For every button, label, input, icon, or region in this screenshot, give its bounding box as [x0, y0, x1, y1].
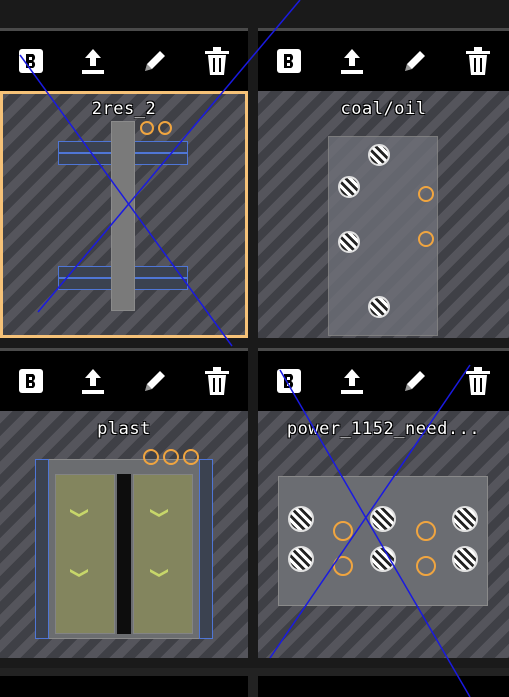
upload-icon[interactable]	[332, 41, 372, 81]
trash-icon[interactable]	[197, 41, 237, 81]
pencil-icon[interactable]	[395, 41, 435, 81]
blueprint-preview[interactable]: 2res_2	[0, 91, 248, 338]
blueprint-title: coal/oil	[340, 99, 427, 119]
blueprint-card-1: 2res_2	[0, 28, 248, 338]
pencil-icon[interactable]	[135, 41, 175, 81]
blueprint-icon[interactable]	[269, 41, 309, 81]
next-row-strip	[0, 668, 509, 697]
card-toolbar	[258, 351, 509, 411]
upload-icon[interactable]	[73, 361, 113, 401]
blueprint-icon[interactable]	[11, 41, 51, 81]
trash-icon[interactable]	[197, 361, 237, 401]
blueprint-card-3: plast	[0, 348, 248, 658]
card-toolbar	[258, 31, 509, 91]
blueprint-title: 2res_2	[91, 99, 157, 119]
pencil-icon[interactable]	[395, 361, 435, 401]
blueprint-title: power_1152_need...	[286, 419, 481, 439]
blueprint-layout	[278, 476, 488, 606]
blueprint-preview[interactable]: plast	[0, 411, 248, 658]
blueprint-preview[interactable]: coal/oil	[258, 91, 509, 338]
trash-icon[interactable]	[458, 361, 498, 401]
upload-icon[interactable]	[73, 41, 113, 81]
blueprint-icon[interactable]	[269, 361, 309, 401]
blueprint-card-4: power_1152_need...	[258, 348, 509, 658]
upload-icon[interactable]	[332, 361, 372, 401]
pencil-icon[interactable]	[135, 361, 175, 401]
card-toolbar	[0, 351, 248, 411]
blueprint-icon[interactable]	[11, 361, 51, 401]
blueprint-title: plast	[97, 419, 151, 439]
card-toolbar	[0, 31, 248, 91]
blueprint-layout	[35, 449, 213, 649]
blueprint-layout	[328, 136, 438, 336]
trash-icon[interactable]	[458, 41, 498, 81]
blueprint-preview[interactable]: power_1152_need...	[258, 411, 509, 658]
blueprint-layout	[58, 121, 188, 311]
blueprint-card-2: coal/oil	[258, 28, 509, 338]
